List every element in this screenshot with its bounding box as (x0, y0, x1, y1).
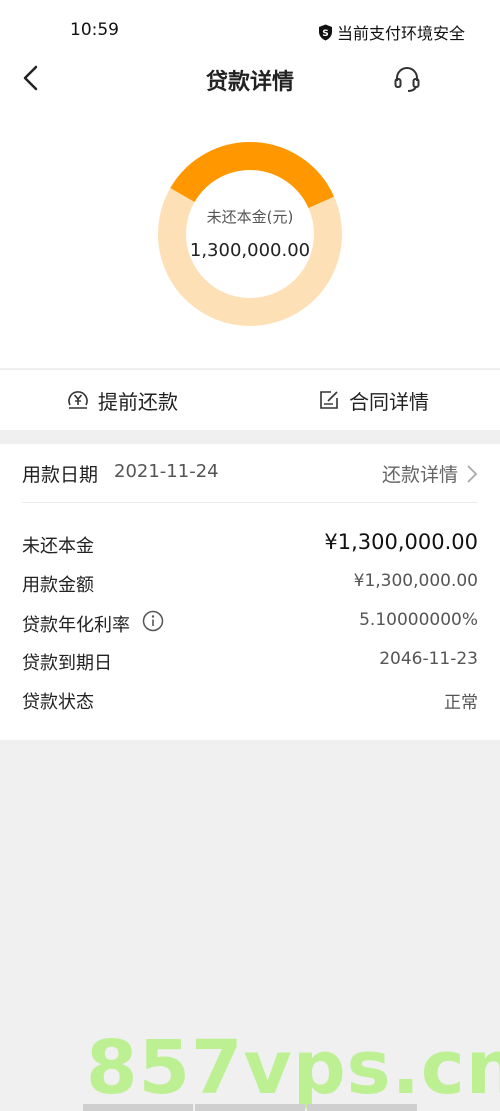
yen-coin-icon (68, 391, 88, 409)
loan-amount-row: 用款金额 ¥1,300,000.00 (22, 571, 478, 601)
loan-date-row: 用款日期 2021-11-24 还款详情 (22, 444, 478, 503)
headset-icon (394, 67, 420, 92)
contract-button[interactable]: 合同详情 (317, 370, 429, 430)
watermark: 857vps.cn (86, 1025, 500, 1111)
top-panel: 10:59 S 当前支付环境安全 贷款详情 未还本金(元) 1,300,000.… (0, 0, 500, 368)
security-status: S 当前支付环境安全 (318, 20, 465, 44)
loan-amount-label: 用款金额 (22, 575, 94, 596)
loan-status-value: 正常 (444, 693, 478, 713)
unpaid-principal-label: 未还本金 (22, 536, 94, 557)
page-title: 贷款详情 (205, 70, 294, 95)
annual-rate-value: 5.10000000% (359, 610, 478, 630)
bottom-handle-segment (307, 1104, 417, 1111)
prepay-label: 提前还款 (98, 389, 178, 414)
security-text: 当前支付环境安全 (336, 24, 465, 43)
loan-date-value: 2021-11-24 (114, 461, 219, 482)
loan-date-label: 用款日期 (22, 464, 99, 486)
chevron-right-icon (467, 464, 478, 483)
customer-service-button[interactable] (392, 64, 422, 94)
status-time: 10:59 (70, 20, 119, 40)
action-bar: 提前还款 合同详情 (0, 369, 500, 430)
contract-label: 合同详情 (349, 389, 429, 414)
shield-icon: S (318, 24, 332, 40)
edit-document-icon (320, 391, 338, 409)
maturity-date-label: 贷款到期日 (22, 653, 112, 674)
loan-status-label: 贷款状态 (22, 692, 94, 713)
donut-remaining-arc (170, 142, 335, 209)
principal-donut-chart (158, 142, 342, 326)
info-icon[interactable] (142, 610, 164, 637)
repayment-detail-link[interactable]: 还款详情 (382, 460, 478, 487)
loan-amount-value: ¥1,300,000.00 (353, 571, 478, 591)
annual-rate-row: 贷款年化利率 5.10000000% (22, 610, 478, 640)
repayment-detail-label: 还款详情 (381, 464, 458, 486)
loan-detail-card: 用款日期 2021-11-24 还款详情 未还本金 ¥1,300,000.00 … (0, 444, 500, 740)
prepay-button[interactable]: 提前还款 (66, 370, 178, 430)
donut-value: 1,300,000.00 (189, 240, 311, 261)
bottom-handle-segment (195, 1104, 305, 1111)
bottom-handle (82, 1104, 418, 1111)
unpaid-principal-value: ¥1,300,000.00 (324, 530, 478, 554)
unpaid-principal-row: 未还本金 ¥1,300,000.00 (22, 530, 478, 562)
annual-rate-label-wrap: 贷款年化利率 (22, 610, 164, 637)
donut-label: 未还本金(元) (206, 208, 294, 226)
svg-text:S: S (322, 29, 328, 39)
loan-status-row: 贷款状态 正常 (22, 688, 478, 718)
annual-rate-label: 贷款年化利率 (22, 614, 130, 636)
maturity-date-row: 贷款到期日 2046-11-23 (22, 649, 478, 679)
bottom-handle-segment (83, 1104, 193, 1111)
maturity-date-value: 2046-11-23 (379, 649, 478, 669)
